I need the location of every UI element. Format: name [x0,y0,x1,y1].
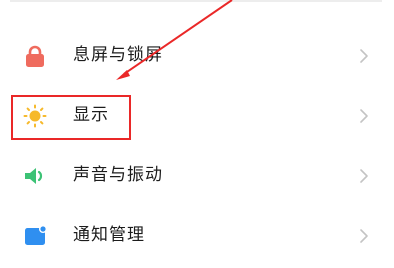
settings-item-sound-vibration[interactable]: 声音与振动 [0,148,394,208]
lock-icon [22,43,48,69]
settings-item-label: 声音与振动 [73,165,163,185]
speaker-icon [22,163,48,189]
settings-item-label: 息屏与锁屏 [73,45,163,65]
top-divider [10,0,382,2]
chevron-right-icon [355,167,373,185]
notification-icon [22,223,48,249]
annotation-highlight-box [11,95,131,140]
chevron-right-icon [355,107,373,125]
settings-item-notifications[interactable]: 通知管理 [0,208,394,268]
chevron-right-icon [355,47,373,65]
settings-item-lock-screen[interactable]: 息屏与锁屏 [0,28,394,88]
chevron-right-icon [355,227,373,245]
settings-item-label: 通知管理 [73,225,145,245]
